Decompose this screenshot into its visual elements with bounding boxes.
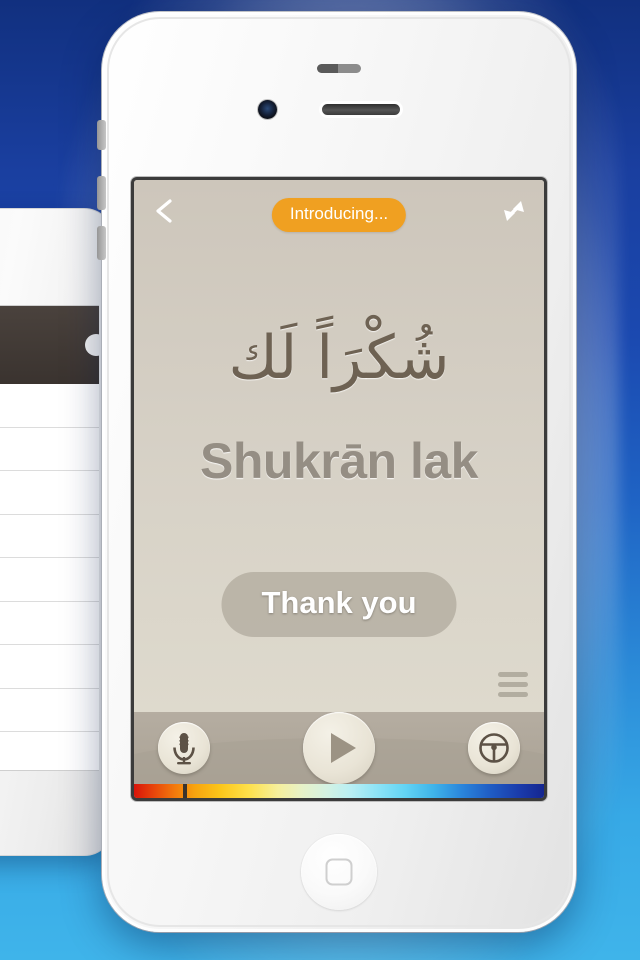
back-icon[interactable] [148,194,182,228]
bg-phone-navbar-badge [85,334,99,356]
volume-up-button[interactable] [97,176,106,210]
home-button[interactable] [301,834,377,910]
app-screenshot: earn 10 Things earn 50 Things oye ds ase… [0,0,640,960]
foreground-phone: Introducing... شُكْرَاً لَك Shukrān lak [97,12,576,932]
expand-arrows-icon[interactable] [496,193,532,229]
silent-switch[interactable] [97,120,106,150]
front-camera-icon [258,100,277,119]
list-item[interactable]: earn 50 Things [0,428,99,471]
bg-phone-screen: earn 10 Things earn 50 Things oye ds ase… [0,305,99,771]
native-phrase-text: شُكْرَاً لَك [228,323,450,393]
list-item[interactable] [0,689,99,732]
list-item[interactable]: earn 10 Things [0,384,99,428]
phone-screen: Introducing... شُكْرَاً لَك Shukrān lak [134,180,544,798]
list-item[interactable]: Starters [0,645,99,689]
background-phone: earn 10 Things earn 50 Things oye ds ase… [0,208,117,856]
progress-marker[interactable] [183,784,188,798]
bg-phone-navbar [0,306,99,384]
card-topbar: Introducing... [134,180,544,250]
volume-down-button[interactable] [97,226,106,260]
playback-toolbar [134,712,544,798]
transliteration-text: Shukrān lak [200,433,478,489]
list-item[interactable]: ases [0,558,99,602]
list-item[interactable]: ons [0,602,99,645]
earpiece-speaker-icon [322,104,400,115]
meaning-pill[interactable]: Thank you [221,572,457,637]
introducing-badge: Introducing... [271,198,407,232]
phrase-card: Introducing... شُكْرَاً لَك Shukrān lak [134,180,544,712]
list-item[interactable]: ds [0,515,99,558]
bg-phone-list[interactable]: earn 10 Things earn 50 Things oye ds ase… [0,384,99,732]
meaning-text: Thank you [261,585,417,620]
play-icon[interactable] [303,712,375,784]
list-lines-icon[interactable] [498,672,528,702]
proximity-sensor-icon [317,64,361,73]
progress-gradient-bar[interactable] [134,784,544,798]
list-item[interactable]: oye [0,471,99,515]
steering-wheel-icon[interactable] [468,722,520,774]
microphone-icon[interactable] [158,722,210,774]
